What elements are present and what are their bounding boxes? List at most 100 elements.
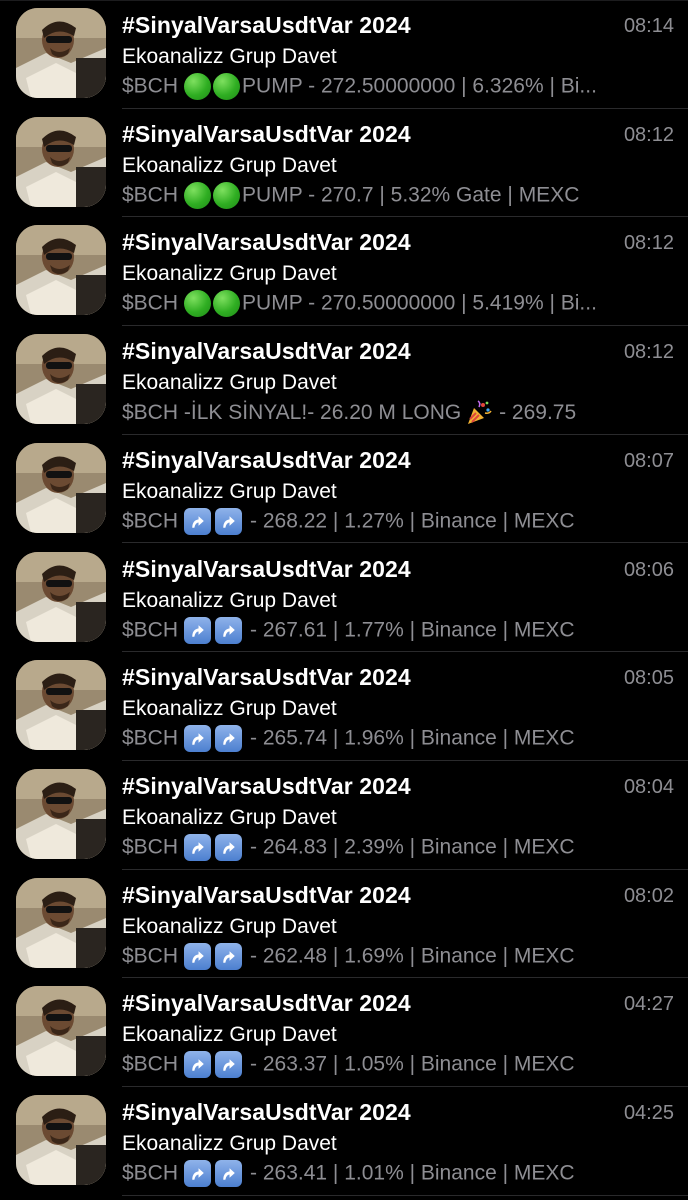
chat-message-preview: $BCH PUMP - 270.7 | 5.32% Gate | MEXC [122,181,670,209]
curved-up-arrow-icon [184,616,212,644]
chat-sender: Ekoanalizz Grup Davet [122,45,337,68]
avatar-photo-icon [16,334,106,425]
chat-message-preview: $BCH PUMP - 270.50000000 | 5.419% | Bi... [122,290,670,318]
green-circle-emoji [184,181,242,209]
chat-avatar[interactable] [16,442,106,533]
preview-text: - 264.83 | 2.39% | Binance | MEXC [250,835,575,859]
curved-up-arrow-icon [184,507,212,535]
chat-list: #SinyalVarsaUsdtVar 2024 08:14 Ekoanaliz… [0,0,688,1200]
avatar-photo-icon [16,986,106,1077]
chat-message-preview: $BCH - 262.48 | 1.69% | Binance | MEXC [122,942,670,970]
chat-avatar[interactable] [16,225,106,316]
chat-title: #SinyalVarsaUsdtVar 2024 [122,120,411,147]
curved-up-arrow-icon [215,507,243,535]
chat-sender: Ekoanalizz Grup Davet [122,914,337,938]
chat-avatar[interactable] [16,334,106,425]
chat-row[interactable]: #SinyalVarsaUsdtVar 2024 08:02 Ekoanaliz… [0,870,688,979]
chat-message-preview: $BCH - 267.61 | 1.77% | Binance | MEXC [122,616,670,644]
avatar-photo-icon [16,225,106,316]
chat-timestamp: 08:12 [623,232,674,255]
chat-row[interactable]: #SinyalVarsaUsdtVar 2024 08:05 Ekoanaliz… [0,652,688,761]
chat-row[interactable]: #SinyalVarsaUsdtVar 2024 08:07 Ekoanaliz… [0,435,688,544]
chat-message-preview: $BCH - 265.74 | 1.96% | Binance | MEXC [122,725,670,753]
chat-sender: Ekoanalizz Grup Davet [122,697,337,721]
curved-up-arrow-icon [215,725,243,753]
curved-up-arrow-icon [215,833,243,861]
chat-row[interactable]: #SinyalVarsaUsdtVar 2024 08:12 Ekoanaliz… [0,109,688,218]
curved-up-arrow-icon [215,1160,243,1187]
preview-text: - 263.41 | 1.01% | Binance | MEXC [250,1161,575,1185]
chat-sender: Ekoanalizz Grup Davet [122,1023,337,1047]
chat-avatar[interactable] [16,877,106,968]
chat-avatar[interactable] [16,8,106,98]
chat-avatar[interactable] [16,986,106,1077]
chat-sender: Ekoanalizz Grup Davet [122,588,337,612]
chat-timestamp: 08:06 [623,558,674,581]
preview-ticker: $BCH [122,618,179,641]
chat-timestamp: 08:04 [623,775,674,798]
preview-text: - 268.22 | 1.27% | Binance | MEXC [250,509,575,533]
chat-row[interactable]: #SinyalVarsaUsdtVar 2024 04:27 Ekoanaliz… [0,978,688,1087]
chat-sender: Ekoanalizz Grup Davet [122,153,337,177]
chat-row[interactable]: #SinyalVarsaUsdtVar 2024 08:04 Ekoanaliz… [0,761,688,870]
chat-row[interactable]: #SinyalVarsaUsdtVar 2024 08:12 Ekoanaliz… [0,217,688,327]
preview-ticker: $BCH [122,291,179,315]
curved-up-arrow-icon [184,725,212,753]
chat-message-preview: $BCH - 263.41 | 1.01% | Binance | MEXC [122,1160,670,1187]
chat-title: #SinyalVarsaUsdtVar 2024 [122,772,411,799]
chat-avatar[interactable] [16,768,106,859]
chat-title: #SinyalVarsaUsdtVar 2024 [122,555,411,582]
chat-title: #SinyalVarsaUsdtVar 2024 [122,1099,411,1125]
chat-avatar[interactable] [16,1095,106,1185]
preview-text: - 267.61 | 1.77% | Binance | MEXC [250,618,575,641]
chat-row[interactable]: #SinyalVarsaUsdtVar 2024 08:14 Ekoanaliz… [0,0,688,109]
chat-row[interactable]: #SinyalVarsaUsdtVar 2024 08:06 Ekoanaliz… [0,544,688,653]
preview-text: - 263.37 | 1.05% | Binance | MEXC [250,1052,575,1076]
up-arrow-emoji [184,942,246,970]
avatar-photo-icon [16,116,106,207]
up-arrow-emoji [184,1160,246,1187]
curved-up-arrow-icon [215,1051,243,1079]
preview-text: - 262.48 | 1.69% | Binance | MEXC [250,944,575,968]
chat-title: #SinyalVarsaUsdtVar 2024 [122,990,411,1017]
up-arrow-emoji [184,725,246,753]
chat-avatar[interactable] [16,116,106,207]
green-circle-icon [213,73,241,100]
preview-ticker: $BCH [122,944,179,968]
chat-sender: Ekoanalizz Grup Davet [122,805,337,829]
chat-avatar[interactable] [16,660,106,751]
preview-ticker: $BCH [122,509,179,533]
green-circle-icon [184,290,212,318]
preview-price: - 269.75 [499,401,577,425]
avatar-photo-icon [16,660,106,751]
preview-ticker: $BCH [122,183,179,207]
chat-timestamp: 04:25 [623,1102,674,1124]
chat-row[interactable]: #SinyalVarsaUsdtVar 2024 08:12 Ekoanaliz… [0,326,688,435]
avatar-photo-icon [16,877,106,968]
green-circle-icon [213,290,241,318]
chat-timestamp: 04:27 [623,993,674,1016]
chat-row[interactable]: #SinyalVarsaUsdtVar 2024 04:25 Ekoanaliz… [0,1087,688,1196]
chat-message-preview: $BCH - 268.22 | 1.27% | Binance | MEXC [122,507,670,535]
curved-up-arrow-icon [215,942,243,970]
chat-title: #SinyalVarsaUsdtVar 2024 [122,12,411,38]
curved-up-arrow-icon [184,1160,212,1187]
curved-up-arrow-icon [184,833,212,861]
chat-avatar[interactable] [16,551,106,642]
party-popper-icon [465,399,493,427]
preview-ticker: $BCH [122,1052,179,1076]
up-arrow-emoji [184,616,246,644]
chat-timestamp: 08:05 [623,667,674,690]
preview-ticker: $BCH [122,74,179,98]
avatar-photo-icon [16,768,106,859]
chat-timestamp: 08:07 [623,449,674,472]
chat-timestamp: 08:02 [623,884,674,907]
avatar-photo-icon [16,442,106,533]
avatar-photo-icon [16,8,106,98]
row-divider [122,1194,688,1196]
preview-text: PUMP - 272.50000000 | 6.326% | Bi... [242,74,597,98]
avatar-photo-icon [16,551,106,642]
preview-ticker: $BCH [122,726,179,750]
preview-ticker: $BCH [122,1161,179,1185]
curved-up-arrow-icon [184,1051,212,1079]
